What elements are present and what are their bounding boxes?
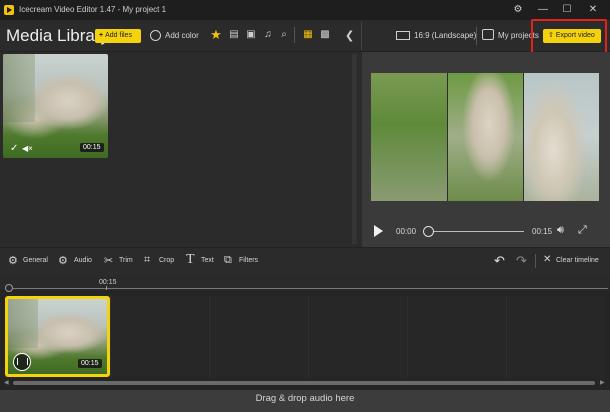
maximize-button[interactable]: ☐: [556, 2, 578, 18]
preview-frame-segment: [523, 73, 599, 201]
undo-icon[interactable]: ↶: [494, 253, 505, 269]
frame-gap: [447, 73, 448, 201]
minimize-button[interactable]: —: [532, 2, 554, 18]
video-preview[interactable]: [371, 73, 599, 201]
preview-frame-segment: [447, 73, 523, 201]
window-title: Icecream Video Editor 1.47 - My project …: [19, 5, 167, 14]
gear-icon[interactable]: ⚙: [8, 254, 18, 267]
clip-duration: 00:15: [78, 359, 102, 368]
media-item-duration: 00:15: [80, 143, 104, 152]
crop-icon[interactable]: ⌗: [144, 254, 150, 267]
aspect-ratio-selector[interactable]: 16:9 (Landscape): [414, 31, 476, 40]
play-button[interactable]: [374, 225, 383, 237]
add-files-button[interactable]: + Add files: [95, 29, 141, 43]
gear-icon[interactable]: ⚙: [507, 2, 529, 18]
tools-divider: [535, 254, 536, 268]
timeline-slot: [407, 296, 505, 378]
star-icon[interactable]: ★: [210, 28, 222, 41]
timeline-scrollbar[interactable]: [13, 381, 595, 385]
timeline-slot: [209, 296, 307, 378]
image-icon[interactable]: ▣: [245, 29, 257, 41]
add-color-button[interactable]: Add color: [165, 31, 199, 40]
tool-crop[interactable]: Crop: [159, 257, 174, 264]
seek-handle[interactable]: [423, 226, 434, 237]
check-icon: ✓: [10, 143, 19, 154]
fullscreen-icon[interactable]: ⤢: [578, 224, 587, 237]
film-icon[interactable]: ▤: [228, 29, 240, 41]
scroll-left-icon[interactable]: ◀: [4, 379, 9, 386]
tool-text[interactable]: Text: [201, 257, 214, 264]
text-icon[interactable]: T: [186, 252, 195, 268]
media-library-title: Media Library: [6, 26, 109, 45]
close-button[interactable]: ✕: [582, 2, 604, 18]
projects-icon[interactable]: [482, 29, 494, 40]
filter-divider: [294, 27, 295, 43]
preview-frame-segment: [371, 73, 447, 201]
scissors-icon[interactable]: ✂: [104, 254, 113, 267]
mute-icon: ◀×: [22, 144, 33, 153]
tool-general[interactable]: General: [23, 257, 48, 264]
tool-filters[interactable]: Filters: [239, 257, 258, 264]
filters-icon[interactable]: ⧉: [224, 254, 232, 267]
total-time: 00:15: [532, 227, 553, 236]
ruler-tick: [106, 286, 107, 290]
audio-drop-label: Drag & drop audio here: [255, 393, 355, 404]
redo-icon[interactable]: ↷: [516, 253, 527, 269]
toolbar-divider: [476, 27, 477, 45]
timeline-slot: [308, 296, 406, 378]
timeline-slot: [110, 296, 208, 378]
close-icon[interactable]: ✕: [543, 254, 551, 265]
film-icon: [13, 353, 31, 371]
volume-icon[interactable]: 🔊︎: [557, 224, 564, 237]
ruler-line: [8, 288, 608, 289]
panel-divider: [361, 22, 362, 50]
tool-trim[interactable]: Trim: [119, 257, 133, 264]
plus-icon: +: [99, 32, 104, 39]
search-icon[interactable]: ⌕: [278, 29, 290, 41]
scroll-right-icon[interactable]: ▶: [600, 379, 605, 386]
ruler-time-label: 00:15: [99, 279, 117, 286]
app-logo-icon: [4, 5, 14, 15]
grid-small-icon[interactable]: ▩: [319, 29, 331, 41]
media-scrollbar[interactable]: [352, 54, 357, 244]
aspect-ratio-icon[interactable]: [396, 31, 410, 40]
current-time: 00:00: [396, 227, 417, 236]
frame-gap: [523, 73, 524, 201]
palette-icon[interactable]: [150, 30, 161, 41]
playhead[interactable]: [5, 284, 13, 292]
music-icon[interactable]: ♫: [262, 29, 274, 41]
grid-large-icon[interactable]: ▦: [302, 29, 314, 41]
timeline-slot: [506, 296, 605, 378]
audio-gear-icon[interactable]: ⚙: [58, 254, 68, 267]
collapse-panel-icon[interactable]: ❮: [345, 29, 354, 42]
seek-bar[interactable]: [428, 231, 524, 232]
tool-audio[interactable]: Audio: [74, 257, 92, 264]
clear-timeline-button[interactable]: Clear timeline: [556, 257, 599, 264]
add-files-label: Add files: [105, 32, 132, 39]
